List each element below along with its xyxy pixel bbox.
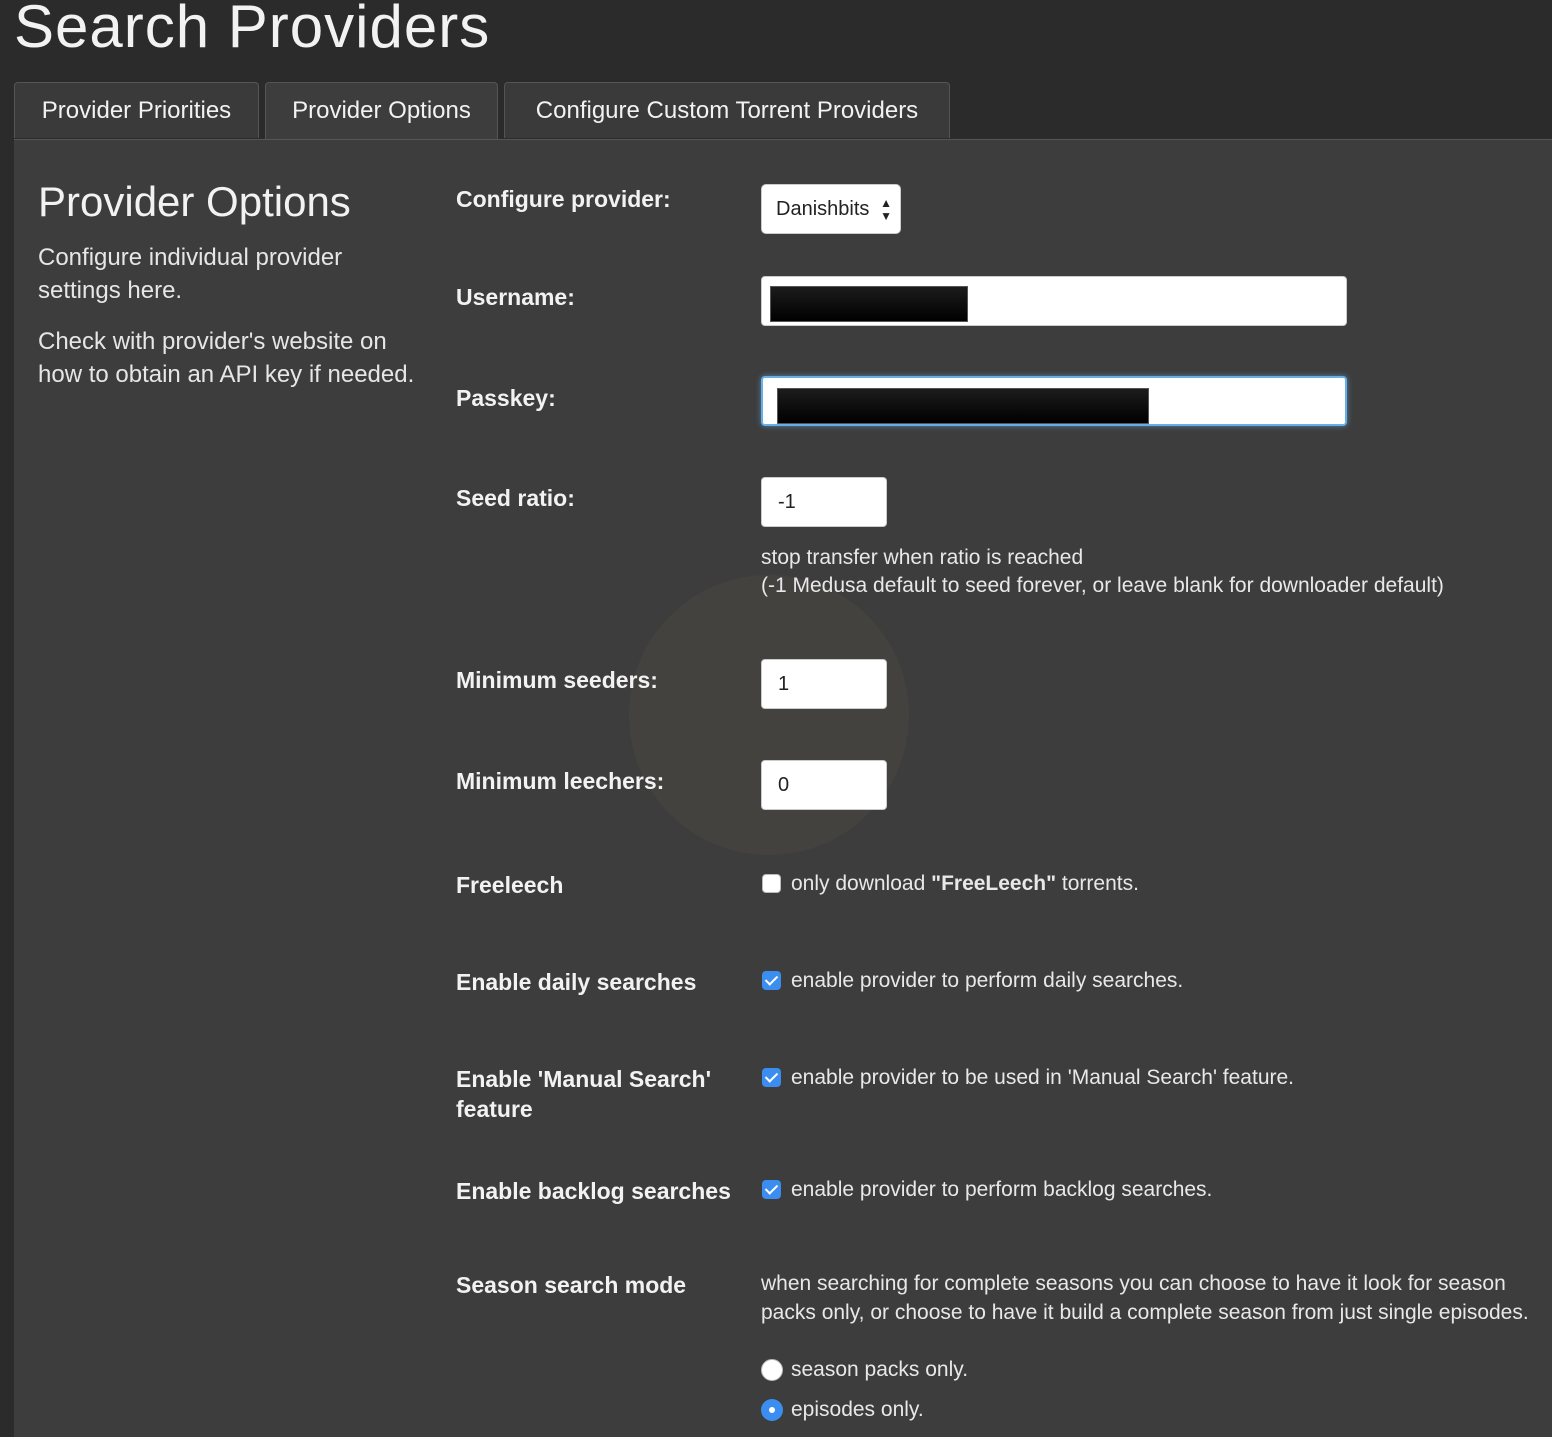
tab-custom-torrent-providers[interactable]: Configure Custom Torrent Providers	[504, 82, 950, 138]
freeleech-description: only download "FreeLeech" torrents.	[791, 870, 1139, 898]
season-search-mode-help: when searching for complete seasons you …	[761, 1272, 1506, 1295]
backlog-searches-description: enable provider to perform backlog searc…	[791, 1178, 1213, 1201]
seed-ratio-help-detail: (-1 Medusa default to seed forever, or l…	[761, 574, 1444, 597]
configure-provider-label: Configure provider:	[456, 186, 671, 212]
min-seeders-input[interactable]: 1	[761, 659, 887, 709]
manual-search-checkbox[interactable]	[762, 1068, 781, 1087]
min-leechers-label: Minimum leechers:	[456, 768, 665, 794]
seed-ratio-label: Seed ratio:	[456, 485, 575, 511]
provider-options-panel: Provider Options Configure individual pr…	[14, 139, 1552, 1437]
section-heading: Provider Options	[38, 178, 351, 225]
provider-select-value: Danishbits	[776, 198, 870, 220]
freeleech-text-before: only download	[791, 872, 932, 895]
select-arrows-icon: ▲ ▼	[880, 196, 892, 223]
daily-searches-label: Enable daily searches	[456, 969, 697, 995]
username-label: Username:	[456, 284, 575, 310]
redacted-username	[770, 286, 968, 322]
passkey-input[interactable]	[761, 376, 1347, 426]
freeleech-text-after: torrents.	[1056, 872, 1139, 895]
min-seeders-label: Minimum seeders:	[456, 667, 658, 693]
tab-provider-options[interactable]: Provider Options	[265, 82, 498, 140]
seed-ratio-input[interactable]: -1	[761, 477, 887, 527]
season-search-mode-label: Season search mode	[456, 1272, 687, 1298]
min-leechers-input[interactable]: 0	[761, 760, 887, 810]
manual-search-label: Enable 'Manual Search'	[456, 1066, 712, 1092]
section-note: Check with provider's website on how to …	[38, 328, 415, 388]
episodes-only-radio-label: episodes only.	[791, 1398, 924, 1421]
section-description: Configure individual provider settings h…	[38, 244, 343, 304]
episodes-only-radio[interactable]	[761, 1399, 783, 1421]
daily-searches-checkbox[interactable]	[762, 971, 781, 990]
season-packs-radio-label: season packs only.	[791, 1358, 969, 1381]
manual-search-description: enable provider to be used in 'Manual Se…	[791, 1066, 1295, 1089]
redacted-passkey	[777, 388, 1149, 424]
username-input[interactable]	[761, 276, 1347, 326]
freeleech-label: Freeleech	[456, 872, 564, 898]
manual-search-label-line2: feature	[456, 1096, 533, 1122]
season-packs-radio[interactable]	[761, 1359, 783, 1381]
season-search-mode-help-line2: packs only, or choose to have it build a…	[761, 1301, 1529, 1324]
tab-provider-priorities[interactable]: Provider Priorities	[14, 82, 259, 138]
daily-searches-description: enable provider to perform daily searche…	[791, 969, 1184, 992]
palette-watermark	[629, 575, 909, 855]
backlog-searches-checkbox[interactable]	[762, 1180, 781, 1199]
seed-ratio-help: stop transfer when ratio is reached	[761, 546, 1084, 569]
freeleech-checkbox[interactable]	[762, 874, 781, 893]
backlog-searches-label: Enable backlog searches	[456, 1178, 731, 1204]
provider-select[interactable]: Danishbits ▲ ▼	[761, 184, 901, 234]
page-title: Search Providers	[14, 0, 491, 60]
freeleech-text-bold: "FreeLeech"	[931, 872, 1057, 895]
passkey-label: Passkey:	[456, 385, 556, 411]
